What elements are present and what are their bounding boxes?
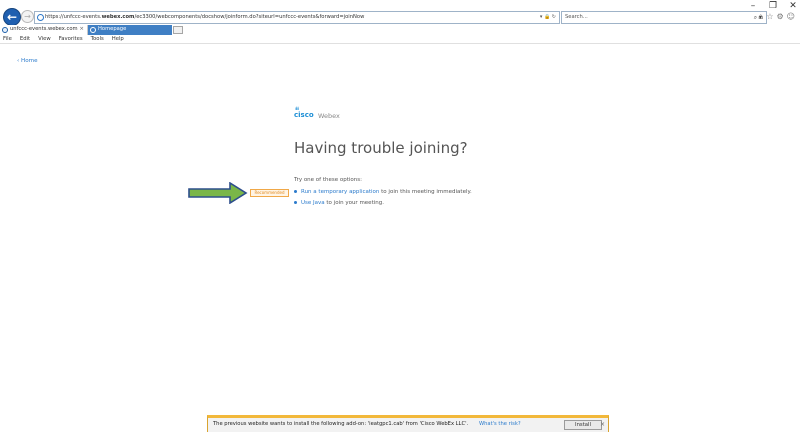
menu-favorites[interactable]: Favorites [59,35,83,43]
home-icon[interactable]: ⌂ [758,12,763,21]
recommended-badge: Recommended [250,189,289,197]
webex-wordmark: Webex [318,112,340,120]
url-domain: webex.com [101,14,135,20]
tab-homepage[interactable]: Homepage [88,25,172,35]
restore-button[interactable]: ❐ [768,1,778,11]
tab-webex[interactable]: unfccc-events.webex.com × [0,25,88,35]
whats-the-risk-link[interactable]: What's the risk? [479,418,521,431]
toolbar-icons: ⌂ ☆ ⚙ ☺ [758,12,795,21]
option-java: Use Java to join your meeting. [294,200,384,206]
tab-close-icon[interactable]: × [79,25,84,34]
search-placeholder: Search... [565,14,588,20]
close-icon[interactable]: × [600,418,605,431]
notification-message: The previous website wants to install th… [213,421,469,427]
minimize-button[interactable]: – [748,1,758,11]
option1-text: to join this meeting immediately. [379,189,472,195]
search-input[interactable]: Search... ⌕ ▾ [561,11,767,24]
use-java-link[interactable]: Use Java [301,200,325,206]
tab-label: Homepage [98,26,127,32]
cisco-wordmark: cisco [294,111,314,119]
bullet-icon [294,201,297,204]
menu-tools[interactable]: Tools [91,35,104,43]
menu-edit[interactable]: Edit [20,35,30,43]
lock-refresh-icons[interactable]: ▾ 🔒 ↻ [540,12,556,23]
ie-tab-icon [2,27,8,33]
install-button[interactable]: Install [564,420,602,430]
url-prefix: https://unfccc-events. [45,14,102,20]
favorites-star-icon[interactable]: ☆ [766,12,773,21]
url-path: /ec3300/webcomponents/docshow/joinform.d… [134,14,365,20]
home-link[interactable]: ‹ Home [17,58,38,64]
url-input[interactable]: https://unfccc-events.webex.com/ec3300/w… [34,11,560,24]
address-bar-row: ← → https://unfccc-events.webex.com/ec33… [0,8,800,26]
back-button[interactable]: ← [3,8,21,26]
green-arrow-icon [188,182,248,204]
close-window-button[interactable]: ✕ [788,1,798,11]
smiley-feedback-icon[interactable]: ☺ [787,12,795,21]
new-tab-button[interactable] [173,26,183,34]
tab-label: unfccc-events.webex.com [10,26,78,32]
option-temporary-app: Run a temporary application to join this… [294,189,472,195]
addon-notification-bar: The previous website wants to install th… [207,415,609,432]
run-temporary-app-link[interactable]: Run a temporary application [301,189,379,195]
bullet-icon [294,190,297,193]
ie-tab-icon [90,27,96,33]
menu-view[interactable]: View [38,35,51,43]
window-controls: – ❐ ✕ [748,1,798,11]
gear-icon[interactable]: ⚙ [776,12,783,21]
option2-text: to join your meeting. [324,200,384,206]
page-title: Having trouble joining? [294,139,468,157]
menu-help[interactable]: Help [112,35,124,43]
cisco-webex-logo: ılıılı cisco Webex [294,106,354,120]
ie-logo-icon [37,14,44,21]
options-intro: Try one of these options: [294,177,362,183]
tab-bar: unfccc-events.webex.com × Homepage [0,25,800,35]
menu-file[interactable]: File [3,35,12,43]
menu-bar: File Edit View Favorites Tools Help [0,35,800,44]
forward-button[interactable]: → [21,10,34,23]
